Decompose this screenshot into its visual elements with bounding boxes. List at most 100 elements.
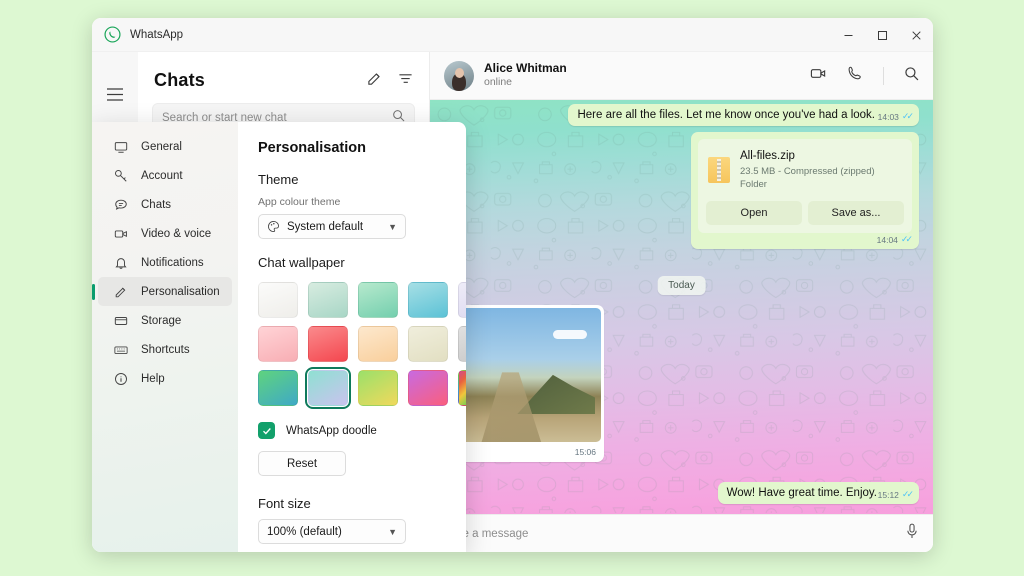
video-icon [114, 227, 132, 241]
wallpaper-swatch[interactable] [358, 326, 398, 362]
wallpaper-swatch[interactable] [258, 370, 298, 406]
settings-item-label: Personalisation [141, 286, 220, 298]
wallpaper-swatch[interactable] [358, 370, 398, 406]
settings-item-label: Shortcuts [141, 344, 190, 356]
chevron-down-icon: ▼ [388, 222, 397, 232]
hamburger-icon [107, 88, 123, 106]
settings-item-help[interactable]: Help [98, 364, 232, 393]
theme-heading: Theme [258, 172, 446, 187]
settings-overlay: General Account Chats Video & voice [92, 122, 466, 552]
wallpaper-swatch[interactable] [408, 370, 448, 406]
maximize-button[interactable] [865, 18, 899, 52]
panel-heading: Personalisation [258, 140, 446, 156]
wallpaper-swatches [258, 282, 446, 406]
wallpaper-swatch[interactable] [458, 326, 466, 362]
file-actions: Open Save as... [698, 201, 912, 233]
font-size-heading: Font size [258, 496, 446, 511]
message-meta: 14:04 ✓✓ [877, 234, 910, 245]
chat-wallpaper: Here are all the files. Let me know once… [430, 100, 933, 514]
pencil-icon [114, 285, 132, 299]
doodle-toggle-row[interactable]: WhatsApp doodle [258, 422, 446, 439]
phone-icon[interactable] [847, 65, 863, 86]
message-bubble[interactable]: Here are all the files. Let me know once… [568, 104, 919, 126]
menu-button[interactable] [97, 80, 133, 114]
message-meta: 15:12 ✓✓ [878, 489, 911, 500]
settings-item-personalisation[interactable]: Personalisation [98, 277, 232, 306]
palette-icon [267, 220, 280, 233]
file-info: All-files.zip 23.5 MB - Compressed (zipp… [740, 148, 902, 192]
settings-item-general[interactable]: General [98, 132, 232, 161]
wallpaper-swatch[interactable] [458, 282, 466, 318]
file-card: All-files.zip 23.5 MB - Compressed (zipp… [698, 139, 912, 233]
settings-item-shortcuts[interactable]: Shortcuts [98, 335, 232, 364]
video-call-icon[interactable] [810, 65, 827, 87]
message-text: Wow! Have great time. Enjoy. [727, 487, 877, 499]
settings-item-storage[interactable]: Storage [98, 306, 232, 335]
window-controls [831, 18, 933, 52]
wallpaper-swatch[interactable] [408, 282, 448, 318]
settings-item-chats[interactable]: Chats [98, 190, 232, 219]
message-time: 14:03 [878, 112, 899, 122]
wallpaper-swatch[interactable] [308, 326, 348, 362]
settings-item-video-voice[interactable]: Video & voice [98, 219, 232, 248]
app-title: WhatsApp [130, 29, 183, 41]
bell-icon [114, 256, 132, 270]
file-row: All-files.zip 23.5 MB - Compressed (zipp… [698, 139, 912, 201]
file-meta: 23.5 MB - Compressed (zipped) Folder [740, 165, 902, 193]
compose-icon[interactable] [367, 71, 382, 91]
save-as-button[interactable]: Save as... [808, 201, 904, 225]
title-bar: WhatsApp [92, 18, 933, 52]
contact-avatar[interactable] [444, 61, 474, 91]
chat-bubble-icon [114, 198, 132, 212]
message-text: Here are all the files. Let me know once… [577, 109, 875, 121]
open-file-button[interactable]: Open [706, 201, 802, 225]
wallpaper-swatch[interactable] [408, 326, 448, 362]
settings-item-label: Storage [141, 315, 181, 327]
reset-button[interactable]: Reset [258, 451, 346, 476]
messages-container: Here are all the files. Let me know once… [430, 100, 933, 514]
message-time: 14:04 [877, 235, 898, 245]
filter-icon[interactable] [398, 71, 413, 91]
font-size-select[interactable]: 100% (default) ▼ [258, 519, 406, 544]
chats-title: Chats [154, 70, 205, 91]
doodle-checkbox[interactable] [258, 422, 275, 439]
doodle-label: WhatsApp doodle [286, 425, 377, 437]
settings-item-label: General [141, 141, 182, 153]
keyboard-icon [114, 343, 132, 357]
close-button[interactable] [899, 18, 933, 52]
search-icon[interactable] [904, 66, 919, 86]
read-receipt-icon: ✓✓ [901, 234, 910, 245]
message-composer[interactable]: Type a message [430, 514, 933, 552]
wallpaper-swatch[interactable] [308, 282, 348, 318]
read-receipt-icon: ✓✓ [902, 111, 911, 122]
message-time: 15:12 [878, 490, 899, 500]
divider [883, 67, 884, 85]
settings-item-label: Chats [141, 199, 171, 211]
wallpaper-swatch-selected[interactable] [308, 370, 348, 406]
monitor-icon [114, 140, 132, 154]
message-bubble[interactable]: Wow! Have great time. Enjoy. 15:12 ✓✓ [718, 482, 919, 504]
settings-item-notifications[interactable]: Notifications [98, 248, 232, 277]
contact-name: Alice Whitman [484, 61, 567, 76]
theme-select[interactable]: System default ▼ [258, 214, 406, 239]
key-icon [114, 169, 132, 183]
settings-item-label: Account [141, 170, 183, 182]
settings-item-label: Help [141, 373, 165, 385]
chevron-down-icon: ▼ [388, 527, 397, 537]
theme-value: System default [287, 221, 363, 233]
wallpaper-swatch[interactable] [358, 282, 398, 318]
chat-list-actions [367, 71, 413, 91]
day-divider: Today [657, 276, 706, 295]
wallpaper-heading: Chat wallpaper [258, 255, 446, 270]
file-message-bubble[interactable]: All-files.zip 23.5 MB - Compressed (zipp… [691, 132, 919, 249]
wallpaper-swatch[interactable] [458, 370, 466, 406]
settings-item-account[interactable]: Account [98, 161, 232, 190]
wallpaper-swatch[interactable] [258, 282, 298, 318]
microphone-icon[interactable] [905, 523, 919, 544]
conversation-actions [810, 65, 919, 87]
minimize-button[interactable] [831, 18, 865, 52]
wallpaper-swatch[interactable] [258, 326, 298, 362]
conversation-panel: Alice Whitman online [430, 52, 933, 552]
contact-info: Alice Whitman online [484, 61, 567, 89]
info-icon [114, 372, 132, 386]
